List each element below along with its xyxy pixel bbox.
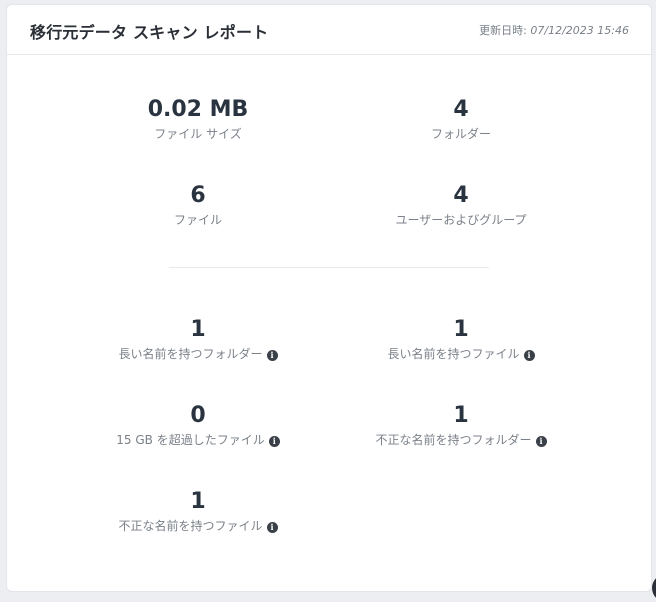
stat-file-size: 0.02 MB ファイル サイズ (98, 97, 298, 142)
stat-users-groups: 4 ユーザーおよびグループ (361, 183, 561, 228)
updated-timestamp: 更新日時: 07/12/2023 15:46 (479, 22, 629, 38)
issue-label-row: 不正な名前を持つフォルダー i (361, 433, 561, 447)
info-icon[interactable]: i (266, 350, 278, 361)
stat-value: 0.02 MB (147, 97, 249, 122)
issue-label: 長い名前を持つファイル (387, 347, 520, 361)
updated-value: 07/12/2023 15:46 (530, 24, 629, 37)
stat-value: 4 (453, 183, 469, 208)
info-icon[interactable]: i (268, 436, 280, 447)
issue-files-over-15gb: 0 15 GB を超過したファイル i (98, 404, 298, 447)
scan-report-card: 移行元データ スキャン レポート 更新日時: 07/12/2023 15:46 … (6, 4, 652, 592)
issue-label: 長い名前を持つフォルダー (118, 347, 263, 361)
stat-label: フォルダー (430, 127, 491, 141)
issue-label: 15 GB を超過したファイル (116, 433, 265, 447)
info-icon[interactable]: i (523, 350, 535, 361)
issue-value: 1 (190, 317, 206, 342)
issue-value: 1 (453, 403, 469, 428)
issue-invalid-name-files: 1 不正な名前を持つファイル i (98, 490, 298, 533)
issue-label-row: 15 GB を超過したファイル i (98, 433, 298, 447)
info-icon[interactable]: i (535, 436, 547, 447)
report-title: 移行元データ スキャン レポート (30, 23, 269, 42)
issue-label-row: 長い名前を持つファイル i (361, 347, 561, 361)
issue-value: 0 (190, 403, 206, 428)
stat-folders: 4 フォルダー (361, 97, 561, 142)
stat-value: 6 (190, 183, 206, 208)
updated-label: 更新日時: (479, 24, 527, 37)
issue-long-name-files: 1 長い名前を持つファイル i (361, 318, 561, 361)
stat-files: 6 ファイル (98, 183, 298, 228)
card-header: 移行元データ スキャン レポート 更新日時: 07/12/2023 15:46 (7, 5, 651, 55)
issue-label: 不正な名前を持つフォルダー (375, 433, 532, 447)
info-icon[interactable]: i (266, 522, 278, 533)
issue-label: 不正な名前を持つファイル (118, 519, 263, 533)
issue-value: 1 (190, 489, 206, 514)
issue-label-row: 不正な名前を持つファイル i (98, 519, 298, 533)
issue-label-row: 長い名前を持つフォルダー i (98, 347, 298, 361)
issue-long-name-folders: 1 長い名前を持つフォルダー i (98, 318, 298, 361)
stat-value: 4 (453, 97, 469, 122)
issue-value: 1 (453, 317, 469, 342)
stat-label: ユーザーおよびグループ (395, 213, 527, 227)
section-divider (169, 267, 489, 268)
issue-invalid-name-folders: 1 不正な名前を持つフォルダー i (361, 404, 561, 447)
stat-label: ファイル サイズ (154, 127, 242, 141)
stat-label: ファイル (173, 213, 222, 227)
